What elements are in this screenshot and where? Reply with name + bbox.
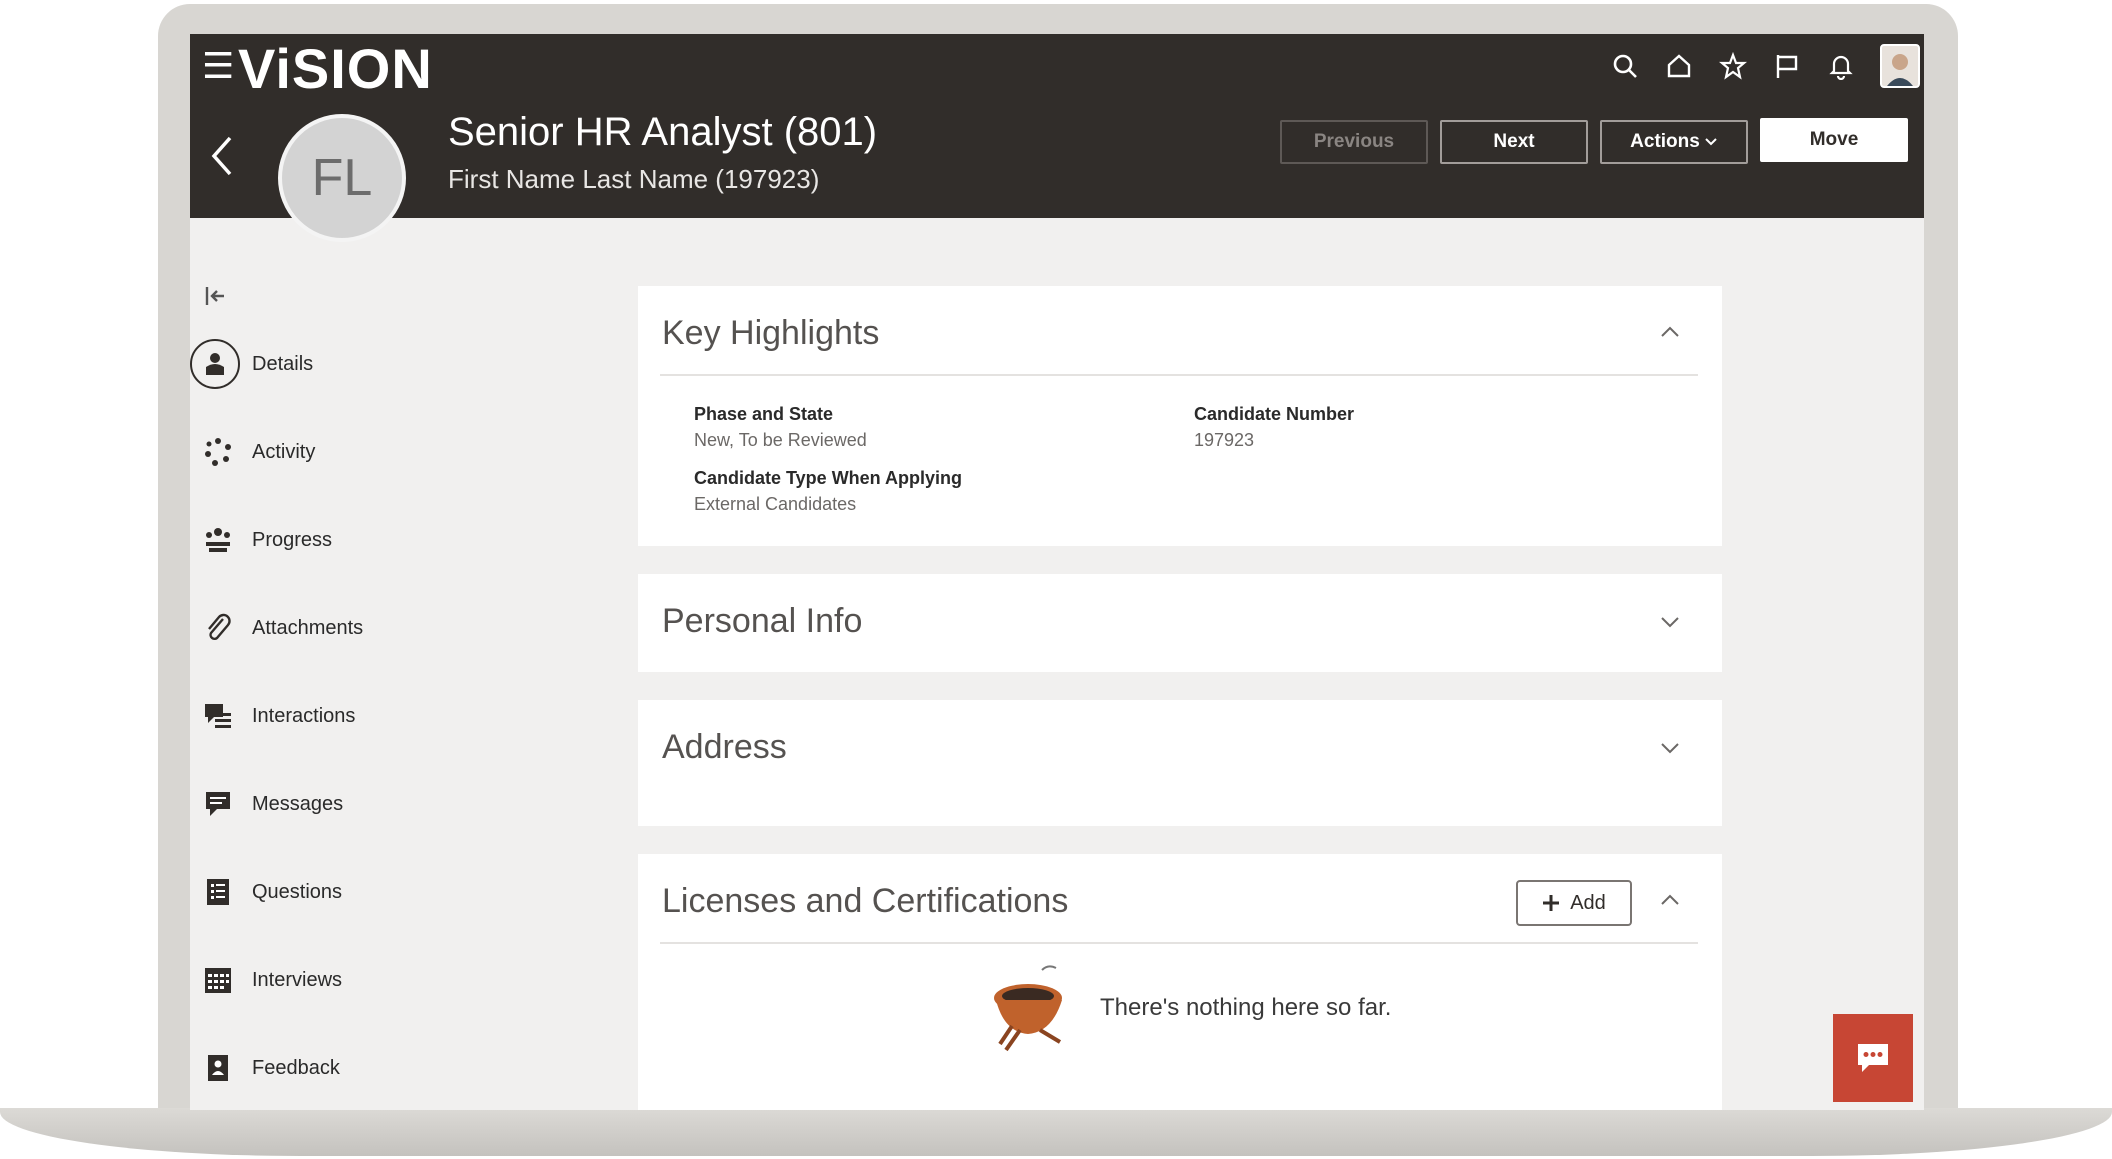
user-avatar[interactable] [1880,44,1920,88]
sidebar-item-label: Attachments [252,616,364,639]
phase-state-value: New, To be Reviewed [694,430,867,450]
divider [660,374,1698,376]
collapse-sidebar-icon[interactable] [204,284,228,315]
divider [660,942,1698,944]
activity-icon [190,437,246,467]
sidebar-item-label: Progress [252,528,333,551]
candidate-number-value: 197923 [1194,430,1255,450]
sidebar-item-details[interactable]: Details [190,334,550,394]
back-icon[interactable] [208,134,236,183]
questions-icon [190,877,246,907]
sidebar-item-interactions[interactable]: Interactions [190,686,550,746]
app-screen: ☰ ViSION FL Senior HR Analyst (801) Firs… [190,34,1924,1110]
sidebar-item-feedback[interactable]: Feedback [190,1038,550,1098]
phase-state-label: Phase and State [694,404,834,424]
section-title: Licenses and Certifications [662,882,1069,920]
sidebar-item-label: Feedback [252,1056,340,1079]
sidebar-item-label: Questions [252,880,343,903]
licenses-section: Licenses and Certifications Add There's … [638,854,1722,1110]
section-title: Personal Info [662,602,863,640]
add-label: Add [1570,891,1606,914]
empty-nest-icon [994,965,1062,1052]
progress-icon [190,525,246,555]
flag-icon[interactable] [1760,42,1814,90]
personal-info-section[interactable]: Personal Info [638,574,1722,672]
details-icon [190,339,240,389]
feedback-icon [190,1053,246,1083]
page-header: ☰ ViSION FL Senior HR Analyst (801) Firs… [190,34,1924,242]
previous-button[interactable]: Previous [1280,120,1428,164]
candidate-name: First Name Last Name (197923) [448,164,820,194]
message-icon [190,789,246,819]
calendar-icon [190,965,246,995]
sidebar-item-label: Interactions [252,704,356,727]
bell-icon[interactable] [1814,42,1868,90]
laptop-base [0,1108,2112,1156]
sidebar-item-interviews[interactable]: Interviews [190,950,550,1010]
empty-state-text: There's nothing here so far. [1100,994,1392,1021]
page-title: Senior HR Analyst (801) [448,110,878,154]
add-license-button[interactable]: Add [1516,880,1632,926]
candidate-type-label: Candidate Type When Applying [694,468,963,488]
chevron-down-icon[interactable] [1658,736,1682,760]
sidebar-item-label: Messages [252,792,344,815]
sidebar-item-progress[interactable]: Progress [190,510,550,570]
chat-button[interactable] [1833,1014,1913,1102]
chevron-down-icon [1705,138,1717,146]
address-section[interactable]: Address [638,700,1722,826]
section-title: Address [662,728,787,766]
chevron-up-icon[interactable] [1658,888,1682,912]
global-toolbar [1598,42,1924,90]
chevron-up-icon[interactable] [1658,320,1682,344]
menu-icon[interactable]: ☰ [202,48,234,84]
star-icon[interactable] [1706,42,1760,90]
sidebar-item-label: Activity [252,440,316,463]
sidebar-item-attachments[interactable]: Attachments [190,598,550,658]
app-logo[interactable]: ViSION [238,36,433,101]
sidebar-item-questions[interactable]: Questions [190,862,550,922]
key-highlights-section: Key Highlights Phase and State New, To b… [638,286,1722,546]
section-title: Key Highlights [662,314,880,352]
candidate-type-value: External Candidates [694,494,857,514]
home-icon[interactable] [1652,42,1706,90]
sidebar-item-label: Interviews [252,968,343,991]
move-button[interactable]: Move [1760,118,1908,162]
search-icon[interactable] [1598,42,1652,90]
candidate-number-label: Candidate Number [1194,404,1355,424]
sidebar-item-label: Details [252,352,314,375]
actions-button[interactable]: Actions [1600,120,1748,164]
plus-icon [1543,895,1560,911]
paperclip-icon [190,613,246,643]
interactions-icon [190,701,246,731]
next-button[interactable]: Next [1440,120,1588,164]
chevron-down-icon[interactable] [1658,610,1682,634]
sidebar-item-activity[interactable]: Activity [190,422,550,482]
sidebar-item-messages[interactable]: Messages [190,774,550,834]
candidate-avatar: FL [278,114,406,242]
actions-label: Actions [1630,131,1700,152]
chat-icon [1858,1044,1888,1072]
